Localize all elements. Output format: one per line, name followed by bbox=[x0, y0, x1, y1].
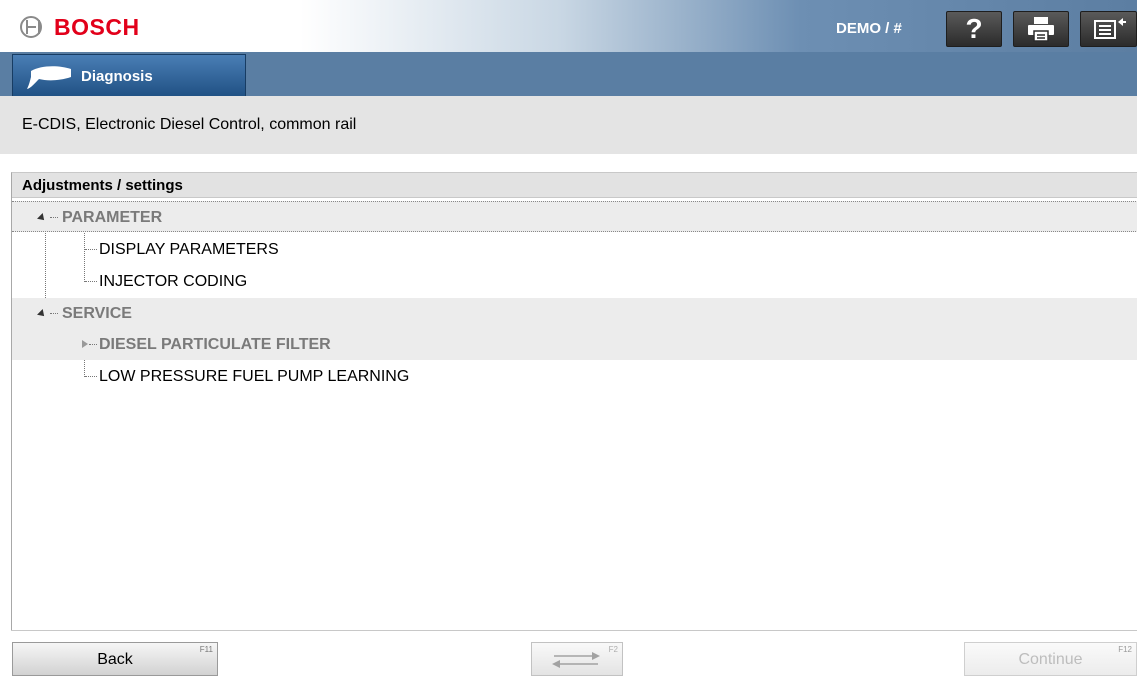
help-button[interactable]: ? bbox=[946, 11, 1002, 47]
tree-connector bbox=[50, 217, 58, 218]
footer-divider bbox=[11, 630, 1137, 631]
continue-button-label: Continue bbox=[1018, 651, 1083, 668]
panel-title: Adjustments / settings bbox=[22, 177, 183, 194]
tab-diagnosis-label: Diagnosis bbox=[81, 68, 153, 85]
system-subtitle: E-CDIS, Electronic Diesel Control, commo… bbox=[22, 116, 357, 133]
tree-node-diesel-particulate-filter[interactable]: DIESEL PARTICULATE FILTER bbox=[12, 329, 1137, 360]
tree-connector bbox=[85, 376, 97, 377]
tab-diagnosis[interactable]: Diagnosis bbox=[12, 54, 246, 98]
tree-node-parameter[interactable]: PARAMETER bbox=[12, 201, 1137, 232]
tree-connector bbox=[50, 313, 58, 314]
function-key-hint: F2 bbox=[608, 645, 618, 654]
documents-icon bbox=[1093, 18, 1126, 39]
tree-connector bbox=[89, 344, 97, 345]
bosch-logo: BOSCH bbox=[20, 14, 140, 40]
back-button[interactable]: F11 Back bbox=[12, 642, 218, 676]
tree-item-display-parameters[interactable]: DISPLAY PARAMETERS bbox=[12, 234, 1137, 265]
print-button[interactable] bbox=[1013, 11, 1069, 47]
tree-item-low-pressure-fuel-pump-learning[interactable]: LOW PRESSURE FUEL PUMP LEARNING bbox=[12, 361, 1137, 392]
print-icon bbox=[1028, 17, 1054, 42]
documents-button[interactable] bbox=[1080, 11, 1137, 47]
tree-node-label: PARAMETER bbox=[62, 209, 163, 226]
app-window: BOSCH DEMO / # ? Diagnosis E-CDIS, Elect… bbox=[0, 0, 1137, 680]
expand-arrow-icon bbox=[37, 213, 47, 223]
user-label: DEMO / # bbox=[836, 20, 902, 37]
brand-name: BOSCH bbox=[54, 13, 140, 40]
tree-item-label: LOW PRESSURE FUEL PUMP LEARNING bbox=[99, 368, 410, 385]
diagnostic-plug-icon bbox=[27, 66, 71, 89]
tree-item-label: DISPLAY PARAMETERS bbox=[99, 241, 279, 258]
tree-node-label: DIESEL PARTICULATE FILTER bbox=[99, 336, 331, 353]
tree-node-label: SERVICE bbox=[62, 305, 132, 322]
bosch-armature-icon bbox=[20, 16, 42, 38]
expand-arrow-icon bbox=[37, 309, 47, 319]
tree-item-injector-coding[interactable]: INJECTOR CODING bbox=[12, 266, 1137, 297]
adjustments-panel: Adjustments / settings PARAMETER DISPLAY… bbox=[11, 172, 1137, 630]
swap-arrows-icon bbox=[552, 652, 600, 668]
vehicle-system-band: E-CDIS, Electronic Diesel Control, commo… bbox=[0, 96, 1137, 154]
top-header: BOSCH DEMO / # ? bbox=[0, 0, 1137, 52]
tree-item-label: INJECTOR CODING bbox=[99, 273, 248, 290]
swap-button[interactable]: F2 bbox=[531, 642, 623, 676]
back-button-label: Back bbox=[97, 651, 133, 668]
help-icon: ? bbox=[965, 13, 983, 44]
collapsed-arrow-icon bbox=[82, 340, 88, 348]
panel-header: Adjustments / settings bbox=[12, 173, 1137, 198]
tree-node-service[interactable]: SERVICE bbox=[12, 298, 1137, 329]
tree-connector bbox=[85, 281, 97, 282]
continue-button[interactable]: F12 Continue bbox=[964, 642, 1137, 676]
tree-connector bbox=[85, 249, 97, 250]
